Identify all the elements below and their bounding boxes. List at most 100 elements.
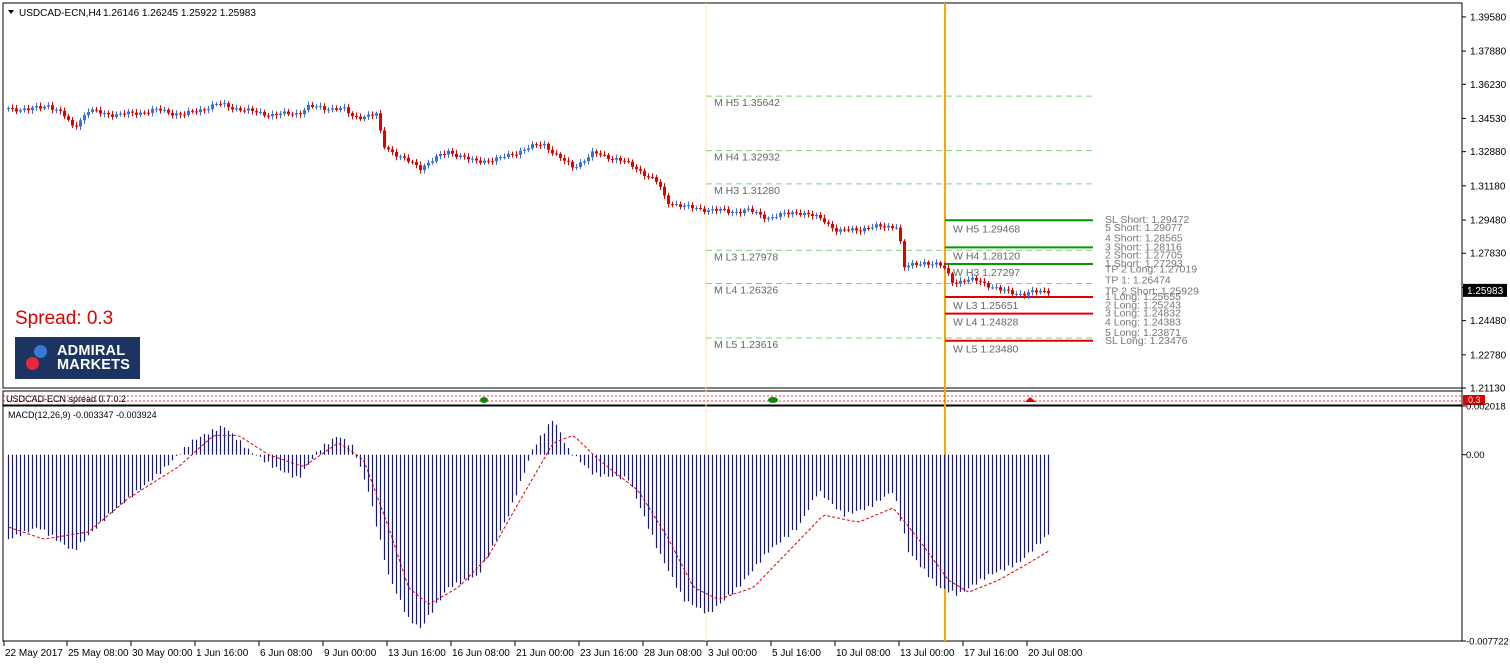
candle-body (319, 106, 322, 108)
price-tick-label: 1.31180 (1470, 181, 1506, 192)
weekly-pivot-label: W H4 1.28120 (953, 250, 1020, 262)
candle-body (855, 228, 858, 231)
candle-body (615, 158, 618, 160)
price-tick-label: 1.39580 (1470, 12, 1507, 23)
candle-body (559, 153, 562, 159)
price-tick-label: 1.37880 (1470, 47, 1507, 58)
candle-body (83, 115, 86, 121)
candle-body (891, 225, 894, 229)
time-tick-label: 3 Jul 00:00 (708, 648, 757, 659)
candle-body (351, 113, 354, 117)
candle-body (523, 149, 526, 151)
time-tick-label: 20 Jul 08:00 (1028, 648, 1083, 659)
candle-body (75, 125, 78, 127)
candle-body (639, 169, 642, 171)
candle-body (1023, 293, 1026, 296)
candle-body (355, 116, 358, 118)
candle-body (847, 229, 850, 231)
candle-body (595, 151, 598, 154)
candle-body (379, 113, 382, 131)
candle-body (87, 111, 90, 116)
candle-body (31, 107, 34, 111)
candle-body (711, 209, 714, 211)
candle-body (531, 144, 534, 149)
candle-body (811, 214, 814, 217)
macd-tick-label: 0.00 (1466, 450, 1485, 461)
candle-body (611, 159, 614, 161)
candle-body (647, 175, 650, 177)
candle-body (987, 283, 990, 288)
candle-body (283, 111, 286, 114)
candle-body (867, 227, 870, 229)
candle-body (843, 229, 846, 231)
candle-body (131, 111, 134, 113)
candle-body (679, 204, 682, 207)
candle-body (107, 112, 110, 115)
candle-body (99, 110, 102, 114)
candle-body (659, 181, 662, 187)
candle-body (419, 165, 422, 170)
candle-body (859, 230, 862, 232)
candle-body (1047, 291, 1050, 294)
candle-body (691, 205, 694, 209)
candle-body (571, 161, 574, 168)
candle-body (715, 209, 718, 211)
candle-body (115, 114, 118, 117)
candle-body (139, 112, 142, 115)
candle-body (819, 214, 822, 219)
candle-body (775, 217, 778, 219)
chart-ohlc-readout: 1.26146 1.26245 1.25922 1.25983 (103, 8, 256, 19)
candle-body (731, 211, 734, 214)
candle-body (799, 213, 802, 215)
candle-body (963, 280, 966, 282)
candle-body (211, 104, 214, 110)
candle-body (979, 280, 982, 282)
candle-body (635, 166, 638, 170)
candle-body (827, 222, 830, 224)
candle-body (47, 105, 50, 107)
candle-body (1039, 290, 1042, 293)
time-tick-label: 16 Jun 08:00 (452, 648, 510, 659)
candle-body (251, 108, 254, 112)
candle-body (247, 108, 250, 111)
time-tick-label: 23 Jun 16:00 (580, 648, 638, 659)
price-tick-label: 1.32880 (1470, 147, 1507, 158)
candle-body (483, 160, 486, 163)
candle-body (439, 154, 442, 157)
candle-body (219, 103, 222, 105)
candle-body (103, 112, 106, 114)
time-tick-label: 10 Jul 08:00 (836, 648, 891, 659)
candle-body (463, 155, 466, 157)
time-tick-label: 1 Jun 16:00 (196, 648, 249, 659)
candle-body (243, 110, 246, 112)
candle-body (695, 207, 698, 209)
chart-canvas: USDCAD-ECN,H4 1.26146 1.26245 1.25922 1.… (2, 2, 1509, 659)
spread-overlay: Spread: 0.3 (15, 308, 113, 330)
candle-body (767, 218, 770, 220)
candle-body (703, 208, 706, 212)
candle-body (1027, 292, 1030, 296)
candle-body (227, 103, 230, 108)
candle-body (15, 108, 18, 112)
candle-body (915, 262, 918, 265)
logo-line-1: ADMIRAL (57, 343, 126, 359)
candle-body (643, 170, 646, 176)
time-tick-label: 25 May 08:00 (68, 648, 129, 659)
candle-body (839, 229, 842, 232)
spread-value: 0.3 (86, 308, 114, 329)
candle-body (1019, 293, 1022, 295)
candle-body (983, 281, 986, 284)
candle-body (147, 112, 150, 114)
candle-body (287, 111, 290, 115)
candle-body (163, 109, 166, 111)
candle-body (607, 154, 610, 160)
candle-body (175, 113, 178, 116)
candle-body (367, 114, 370, 117)
logo-line-2: MARKETS (57, 357, 131, 373)
candle-body (187, 110, 190, 115)
candle-body (1031, 290, 1034, 293)
candle-body (59, 109, 62, 111)
time-tick-label: 17 Jul 16:00 (964, 648, 1019, 659)
candle-body (67, 116, 70, 120)
candle-body (451, 150, 454, 154)
